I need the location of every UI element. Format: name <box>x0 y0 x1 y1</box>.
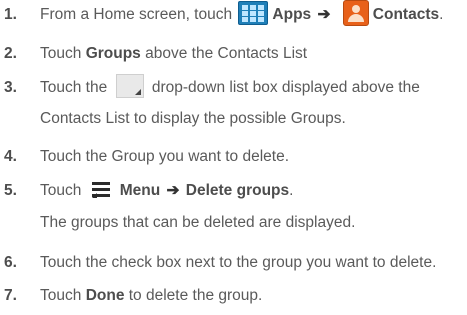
step-5-continuation: The groups that can be deleted are displ… <box>40 214 356 231</box>
apps-grid-icon <box>238 1 269 25</box>
step-text: Touch the Group you want to delete. <box>40 148 290 165</box>
step-text-part: drop-down list box displayed above the <box>151 79 420 96</box>
step-text-part: Touch <box>40 45 82 62</box>
apps-label: Apps <box>272 6 312 24</box>
step-text-part: above the Contacts List <box>145 45 308 62</box>
step-text: Touch the check box next to the group yo… <box>40 254 437 271</box>
step-text-part: Touch the <box>40 79 108 96</box>
step-number: 1. <box>4 6 17 23</box>
delete-groups-label: Delete groups <box>185 182 290 199</box>
step-text: Touch Done to delete the group. <box>40 283 262 309</box>
step-3-continuation: Contacts List to display the possible Gr… <box>40 110 346 127</box>
menu-label: Menu <box>119 182 161 199</box>
step-number: 6. <box>4 254 17 271</box>
step-text: Touch Menu ➔ Delete groups. <box>40 178 293 204</box>
step-number: 2. <box>4 45 17 62</box>
done-label: Done <box>85 287 125 304</box>
menu-icon <box>91 180 114 198</box>
contacts-label: Contacts <box>372 6 440 24</box>
step-text-part: to delete the group. <box>128 287 263 304</box>
step-text-part: Touch <box>40 287 82 304</box>
step-number: 5. <box>4 182 17 199</box>
step-text: From a Home screen, touch Apps ➔ Contact… <box>40 0 444 28</box>
step-text: Touch the drop-down list box displayed a… <box>40 73 420 101</box>
step-text-part: . <box>439 6 444 24</box>
step-number: 3. <box>4 79 17 96</box>
step-text-part: . <box>289 182 294 199</box>
contacts-icon <box>342 0 369 26</box>
step-number: 7. <box>4 287 17 304</box>
arrow-icon: ➔ <box>317 6 331 24</box>
arrow-icon: ➔ <box>166 182 180 199</box>
step-number: 4. <box>4 148 17 165</box>
step-text: Touch Groups above the Contacts List <box>40 41 307 67</box>
dropdown-box-icon <box>115 73 144 98</box>
step-text-part: Touch <box>40 182 82 199</box>
groups-label: Groups <box>85 45 141 62</box>
step-text-part: From a Home screen, touch <box>40 6 233 24</box>
